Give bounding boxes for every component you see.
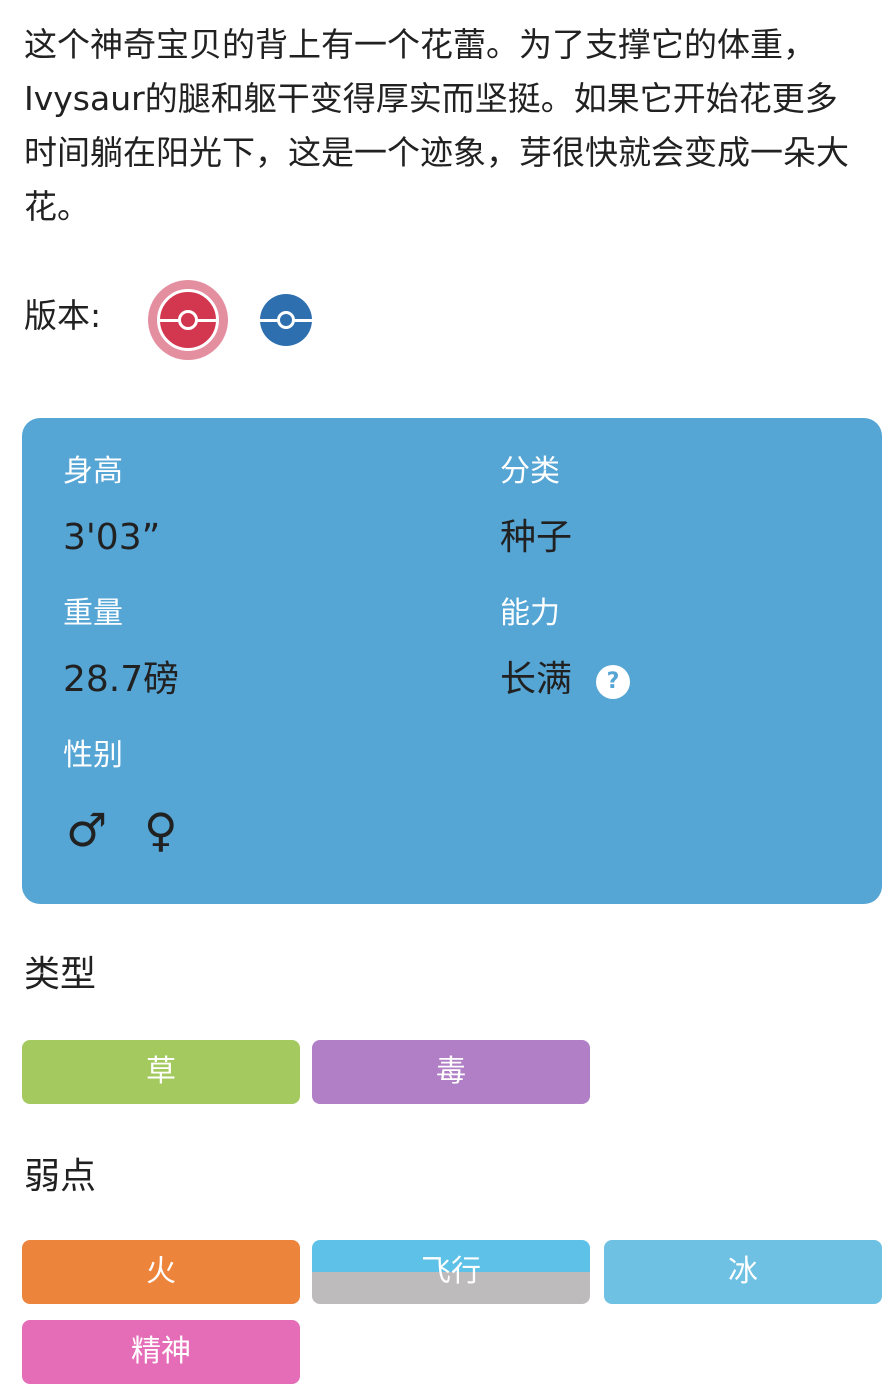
weakness-pill-label: 火 bbox=[146, 1254, 176, 1289]
type-pill-poison[interactable]: 毒 bbox=[312, 1040, 590, 1104]
help-icon[interactable]: ? bbox=[596, 665, 630, 699]
weight-label: 重量 bbox=[63, 596, 123, 631]
category-value: 种子 bbox=[500, 517, 573, 558]
weakness-pill-ice[interactable]: 冰 bbox=[604, 1240, 882, 1304]
stats-panel: 身高 3'03” 分类 种子 重量 28.7磅 能力 长满 ? 性别 ♂ ♀ bbox=[22, 418, 882, 904]
male-icon: ♂ bbox=[66, 803, 108, 857]
types-title: 类型 bbox=[24, 954, 97, 995]
female-icon: ♀ bbox=[144, 803, 178, 857]
pokeball-blue-icon bbox=[260, 294, 312, 346]
type-pill-label: 毒 bbox=[436, 1054, 466, 1089]
versions-label: 版本: bbox=[24, 296, 102, 335]
weakness-pill-label: 精神 bbox=[131, 1334, 191, 1369]
weakness-pill-flying[interactable]: 飞行 bbox=[312, 1240, 590, 1304]
height-value: 3'03” bbox=[63, 517, 161, 558]
category-label: 分类 bbox=[500, 454, 560, 489]
weakness-pill-psychic[interactable]: 精神 bbox=[22, 1320, 300, 1384]
weakness-pill-label: 冰 bbox=[728, 1254, 758, 1289]
blue-version-button[interactable] bbox=[260, 294, 312, 346]
ability-label: 能力 bbox=[500, 596, 560, 631]
flavor-text: 这个神奇宝贝的背上有一个花蕾。为了支撑它的体重，Ivysaur的腿和躯干变得厚实… bbox=[24, 25, 849, 226]
ability-value[interactable]: 长满 bbox=[500, 658, 572, 702]
weakness-pill-label: 飞行 bbox=[421, 1254, 481, 1289]
pokeball-red-icon bbox=[157, 289, 219, 351]
version-selector: 版本: bbox=[24, 280, 424, 360]
weakness-pill-fire[interactable]: 火 bbox=[22, 1240, 300, 1304]
red-version-button[interactable] bbox=[148, 280, 228, 360]
type-pill-grass[interactable]: 草 bbox=[22, 1040, 300, 1104]
type-pill-label: 草 bbox=[146, 1054, 176, 1089]
gender-label: 性别 bbox=[63, 738, 123, 773]
weaknesses-title: 弱点 bbox=[24, 1156, 97, 1197]
height-label: 身高 bbox=[63, 454, 123, 489]
weight-value: 28.7磅 bbox=[63, 659, 180, 700]
